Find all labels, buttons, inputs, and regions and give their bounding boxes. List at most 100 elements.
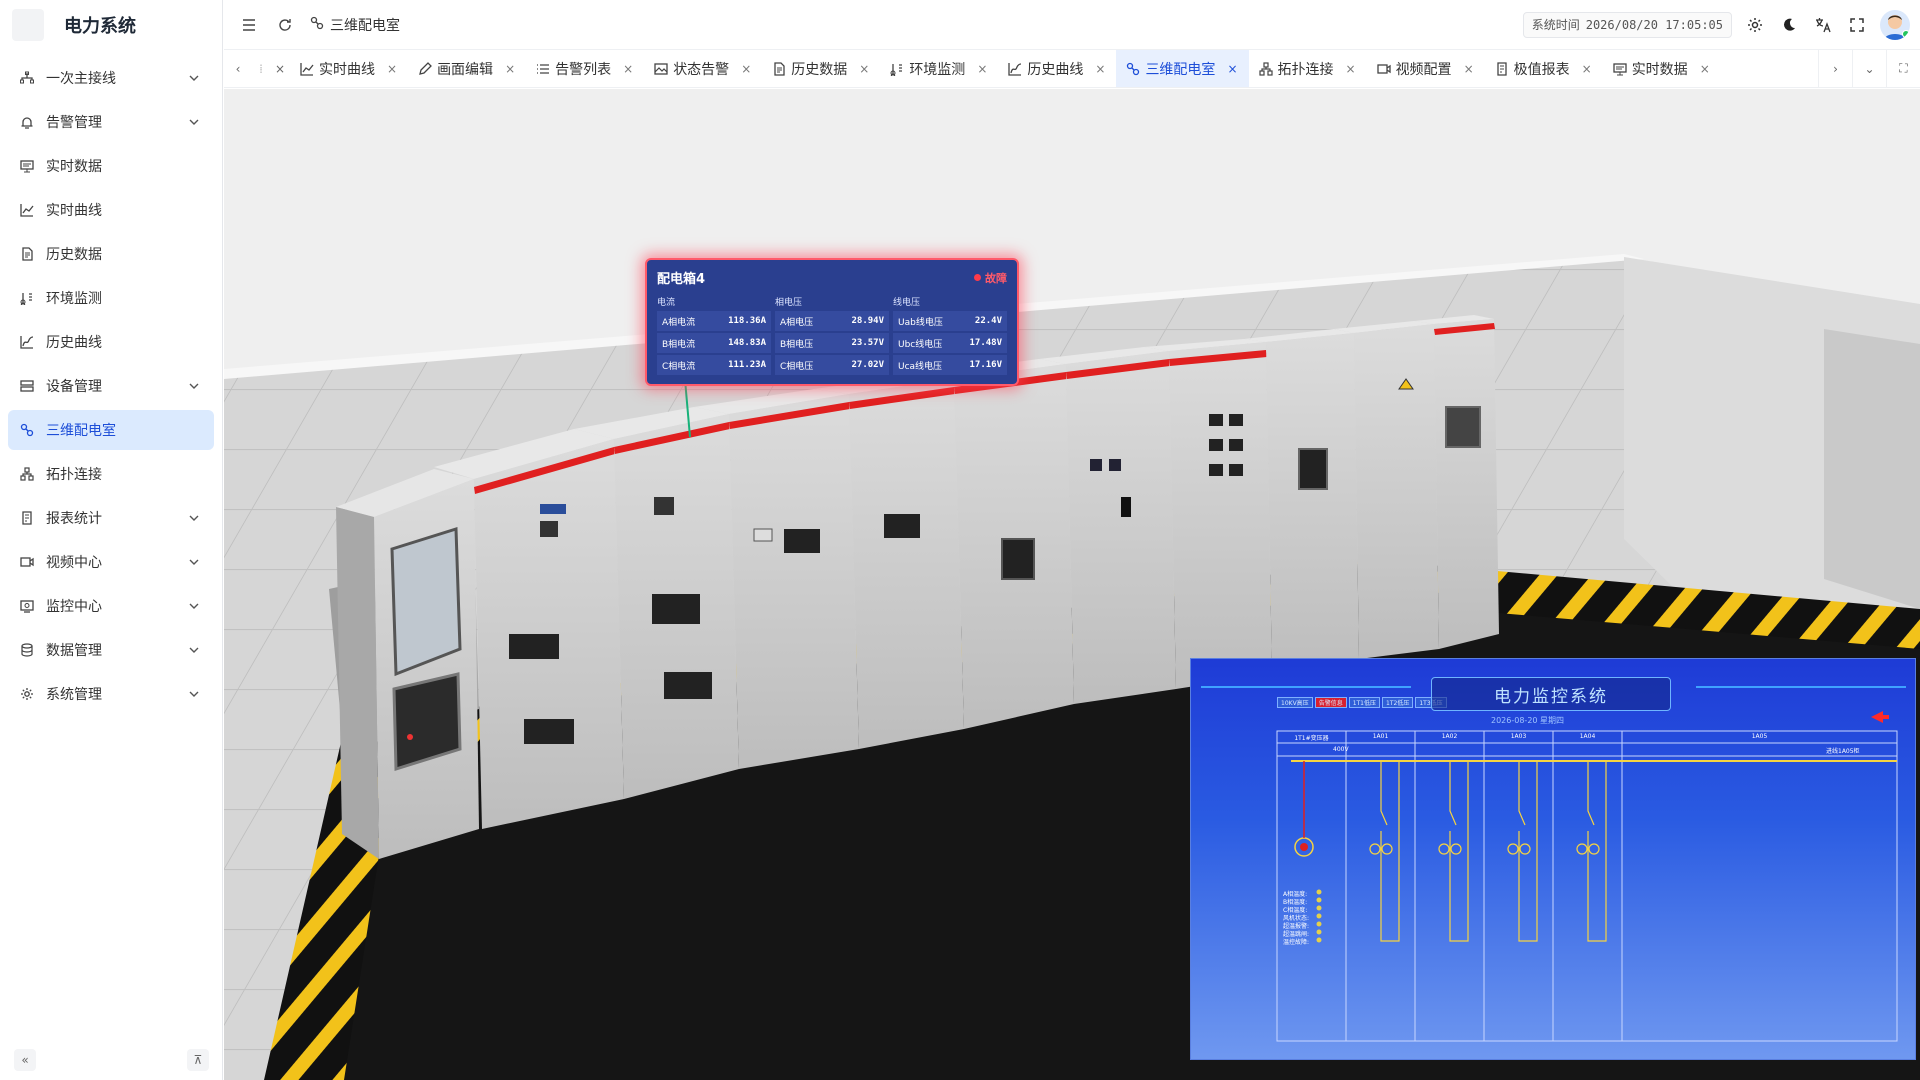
chevron-down-icon[interactable] — [188, 688, 200, 700]
tab-9[interactable]: 视频配置 × — [1367, 50, 1485, 87]
top-header: 三维配电室 系统时间 2026/08/20 17:05:05 — [224, 0, 1920, 50]
ct-coil — [1369, 843, 1381, 855]
sidebar-item-4[interactable]: 历史数据 — [8, 234, 214, 274]
popup-row-name: Uab线电压 — [898, 317, 943, 328]
tab-10[interactable]: 极值报表 × — [1485, 50, 1603, 87]
close-icon[interactable]: × — [741, 62, 751, 76]
dark-mode-icon[interactable] — [1772, 8, 1806, 42]
collapse-sidebar-icon[interactable]: « — [14, 1049, 36, 1071]
tab-0[interactable]: 实时曲线 × — [290, 50, 408, 87]
sidebar-item-1[interactable]: 告警管理 — [8, 102, 214, 142]
popup-row-name: C相电压 — [780, 361, 814, 372]
tab-drag-handle-icon[interactable]: ⁞ — [252, 50, 270, 87]
chevron-down-icon[interactable] — [188, 72, 200, 84]
sidebar-item-9[interactable]: 拓扑连接 — [8, 454, 214, 494]
popup-row: Ubc线电压 17.48V — [893, 333, 1007, 353]
cabinet-info-popup[interactable]: 配电箱4 故障 电流 A相电流 118.36A B相电流 148.83A C相电流 111.… — [645, 258, 1019, 386]
status-dot — [1316, 913, 1322, 919]
chevron-down-icon[interactable] — [188, 556, 200, 568]
chevron-down-icon[interactable] — [188, 116, 200, 128]
close-icon[interactable]: × — [977, 62, 987, 76]
translate-icon[interactable] — [1806, 8, 1840, 42]
sidebar-item-2[interactable]: 实时数据 — [8, 146, 214, 186]
scene-3d-viewport[interactable]: 配电箱4 故障 电流 A相电流 118.36A B相电流 148.83A C相电流 111.… — [224, 89, 1920, 1080]
close-icon[interactable]: × — [1346, 62, 1356, 76]
tab-1[interactable]: 画面编辑 × — [408, 50, 526, 87]
close-icon[interactable]: × — [1095, 62, 1105, 76]
tab-11[interactable]: 实时数据 × — [1603, 50, 1721, 87]
sidebar-item-3[interactable]: 实时曲线 — [8, 190, 214, 230]
document-icon — [18, 245, 36, 263]
tab-list: 实时曲线 × 画面编辑 × 告警列表 × 状态告警 × 历史数据 × 环境监测 × 历史曲线 × 三维配电室… — [290, 50, 1818, 87]
video-icon — [1376, 62, 1391, 76]
power-monitor-panel[interactable]: 10KV高压告警信息1T1低压1T2低压1T3低压 电力监控系统 2026-08… — [1190, 658, 1916, 1060]
sidebar-item-6[interactable]: 历史曲线 — [8, 322, 214, 362]
popup-row-name: C相电流 — [662, 361, 696, 372]
close-icon[interactable]: × — [623, 62, 633, 76]
tab-7[interactable]: 三维配电室 × — [1116, 50, 1249, 87]
tab-2[interactable]: 告警列表 × — [526, 50, 644, 87]
chevron-down-icon[interactable] — [188, 644, 200, 656]
tab-maximize-icon[interactable]: ⛶ — [1886, 49, 1920, 88]
tab-6[interactable]: 历史曲线 × — [998, 50, 1116, 87]
logo — [12, 9, 44, 41]
close-icon[interactable]: × — [1700, 62, 1710, 76]
tab-scroll-right-icon[interactable]: › — [1818, 49, 1852, 88]
sidebar-item-0[interactable]: 一次主接线 — [8, 58, 214, 98]
fullscreen-icon[interactable] — [1840, 8, 1874, 42]
link-icon — [310, 16, 324, 34]
close-icon[interactable]: × — [505, 62, 515, 76]
close-icon[interactable]: × — [859, 62, 869, 76]
feeder-line — [1587, 761, 1607, 942]
device-icon — [18, 377, 36, 395]
tab-3[interactable]: 状态告警 × — [644, 50, 762, 87]
wall-equipment — [1824, 329, 1920, 609]
refresh-icon[interactable] — [274, 14, 296, 36]
popup-row: A相电压 28.94V — [775, 311, 889, 331]
tab-tail: › ⌄ ⛶ — [1818, 49, 1920, 88]
ct-coil — [1588, 843, 1600, 855]
popup-row-name: Ubc线电压 — [898, 339, 943, 350]
chevron-down-icon[interactable] — [188, 380, 200, 392]
line-chart-icon — [18, 201, 36, 219]
tab-4[interactable]: 历史数据 × — [762, 50, 880, 87]
chevron-down-icon[interactable] — [188, 512, 200, 524]
sidebar-item-12[interactable]: 监控中心 — [8, 586, 214, 626]
sidebar-item-8[interactable]: 三维配电室 — [8, 410, 214, 450]
tab-label: 历史曲线 — [1027, 61, 1084, 78]
tab-5[interactable]: 环境监测 × — [880, 50, 998, 87]
tab-8[interactable]: 拓扑连接 × — [1249, 50, 1367, 87]
monitor-column-label: 1T1#变压器 — [1294, 735, 1329, 742]
header-right: 系统时间 2026/08/20 17:05:05 — [1522, 8, 1920, 42]
menu-toggle-icon[interactable] — [238, 14, 260, 36]
close-icon[interactable]: × — [1227, 62, 1237, 76]
pin-icon[interactable]: ⊼ — [187, 1049, 209, 1071]
popup-status-badge: 故障 — [974, 270, 1007, 286]
close-icon[interactable]: × — [1582, 62, 1592, 76]
document-icon — [772, 61, 786, 76]
sidebar-item-13[interactable]: 数据管理 — [8, 630, 214, 670]
monitor-incoming-label: 进线1A05柜 — [1826, 748, 1860, 755]
tab-menu-chevron-icon[interactable]: ⌄ — [1852, 49, 1886, 88]
tab-label: 三维配电室 — [1145, 61, 1216, 78]
settings-icon[interactable] — [1738, 8, 1772, 42]
tab-close-hidden-icon[interactable]: × — [270, 50, 290, 87]
sidebar-item-7[interactable]: 设备管理 — [8, 366, 214, 406]
tab-scroll-left-icon[interactable]: ‹ — [224, 50, 252, 87]
sidebar-item-10[interactable]: 报表统计 — [8, 498, 214, 538]
sidebar-item-5[interactable]: 环境监测 — [8, 278, 214, 318]
avatar[interactable] — [1880, 9, 1910, 40]
sidebar-item-14[interactable]: 系统管理 — [8, 674, 214, 714]
close-icon[interactable]: × — [387, 62, 397, 76]
chevron-down-icon[interactable] — [188, 600, 200, 612]
popup-row-value: 118.36A — [728, 316, 766, 326]
close-icon[interactable]: × — [1464, 62, 1474, 76]
sidebar-item-11[interactable]: 视频中心 — [8, 542, 214, 582]
link-icon — [18, 421, 36, 439]
system-time-value: 2026/08/20 17:05:05 — [1585, 17, 1723, 32]
popup-row-value: 148.83A — [728, 338, 766, 348]
tab-label: 画面编辑 — [437, 61, 494, 78]
environment-icon — [18, 289, 36, 307]
app-root: 电力系统 一次主接线 告警管理 实时数据 实时曲线 历史数据 环境监测 历史曲线 设备管理 三维… — [0, 0, 1920, 1080]
system-time: 系统时间 2026/08/20 17:05:05 — [1522, 11, 1732, 38]
